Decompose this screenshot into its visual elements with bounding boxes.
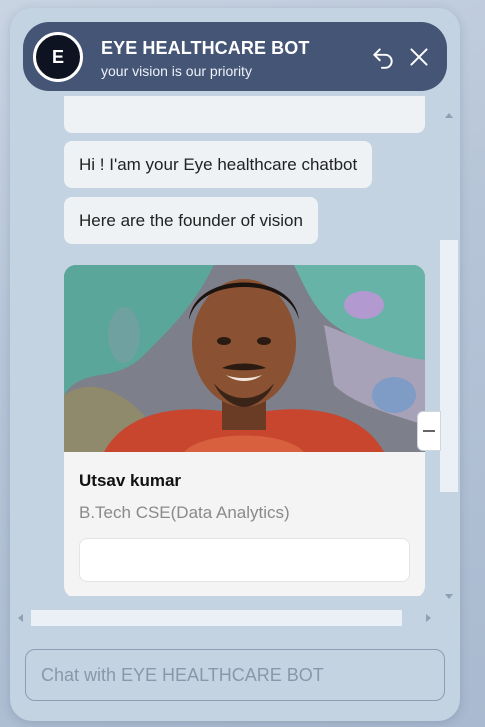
carousel-next-button[interactable] <box>417 411 441 451</box>
card-action-button[interactable] <box>79 538 410 582</box>
bot-avatar: E <box>33 32 83 82</box>
message-bubble: Here are the founder of vision <box>64 197 318 244</box>
close-icon <box>410 48 428 66</box>
bot-subtitle: your vision is our priority <box>101 63 252 79</box>
chat-header: E EYE HEALTHCARE BOT your vision is our … <box>23 22 447 91</box>
message-list[interactable]: Hi ! I'am your Eye healthcare chatbot He… <box>53 96 425 596</box>
message-bubble <box>64 96 425 133</box>
scroll-up-arrow[interactable] <box>445 113 453 118</box>
bot-title: EYE HEALTHCARE BOT <box>101 38 310 58</box>
scroll-down-arrow[interactable] <box>445 594 453 599</box>
founder-photo <box>64 265 425 452</box>
vertical-scrollbar-thumb[interactable] <box>440 240 458 492</box>
chat-input[interactable] <box>25 649 445 701</box>
close-button[interactable] <box>406 44 432 70</box>
message-text: Here are the founder of vision <box>79 210 303 230</box>
minus-icon <box>423 430 435 432</box>
scroll-right-arrow[interactable] <box>426 614 431 622</box>
message-bubble: Hi ! I'am your Eye healthcare chatbot <box>64 141 373 188</box>
message-text: Hi ! I'am your Eye healthcare chatbot <box>79 154 358 174</box>
scroll-left-arrow[interactable] <box>18 614 23 622</box>
founder-card: Utsav kumar B.Tech CSE(Data Analytics) <box>64 265 425 596</box>
horizontal-scrollbar-thumb[interactable] <box>31 610 402 626</box>
restart-icon <box>373 48 393 69</box>
restart-button[interactable] <box>370 44 396 70</box>
founder-description: B.Tech CSE(Data Analytics) <box>79 503 290 522</box>
founder-name: Utsav kumar <box>79 471 182 490</box>
